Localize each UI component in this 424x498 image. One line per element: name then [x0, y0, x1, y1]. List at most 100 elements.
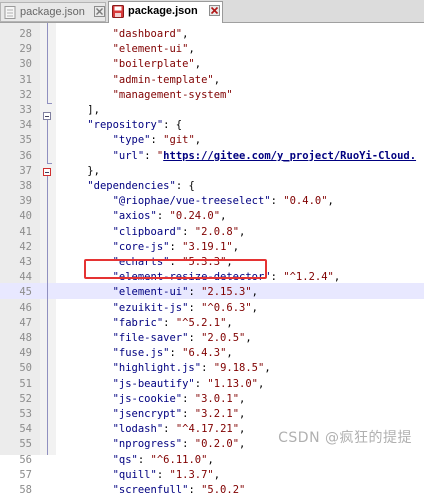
code-line[interactable]: 53 "jsencrypt": "3.2.1", [0, 405, 424, 420]
code-token: "1.13.0" [207, 377, 258, 390]
code-token: , [264, 362, 271, 375]
code-token: : [194, 377, 208, 390]
tab-bar: package.json package.json [0, 0, 424, 23]
code-line[interactable]: 47 "fabric": "^5.2.1", [0, 314, 424, 329]
tab-package-json-inactive[interactable]: package.json [0, 2, 106, 22]
fold-guide [47, 120, 48, 163]
code-token: "screenfull" [112, 484, 189, 496]
code-token: "5.0.2" [201, 484, 246, 496]
code-line[interactable]: 39 "@riophae/vue-treeselect": "0.4.0", [0, 192, 424, 207]
close-tab-icon[interactable] [94, 6, 105, 17]
code-token: "management-system" [112, 88, 233, 101]
tab-package-json-active[interactable]: package.json [108, 1, 223, 23]
code-token: : [156, 210, 170, 223]
code-editor[interactable]: 28 "dashboard", 29 "element-ui", 30 "boile… [0, 23, 424, 496]
code-token: "3.19.1" [182, 240, 233, 253]
code-line[interactable]: 29 "element-ui", [0, 40, 424, 55]
code-token: "js-cookie" [112, 392, 183, 405]
code-token: "9.18.5" [213, 362, 265, 375]
code-line[interactable]: 58 "screenfull": "5.0.2" [0, 481, 424, 496]
code-line[interactable]: 40 "axios": "0.24.0", [0, 207, 424, 222]
code-token: "@riophae/vue-treeselect" [112, 195, 271, 208]
code-token: "file-saver" [112, 332, 189, 344]
code-line[interactable]: 31 "admin-template", [0, 71, 424, 86]
code-line[interactable]: 37 }, [0, 162, 424, 177]
file-icon [4, 6, 16, 19]
code-line[interactable]: 28 "dashboard", [0, 25, 424, 40]
code-token: "3.2.1" [194, 408, 240, 420]
close-tab-icon[interactable] [209, 5, 220, 16]
code-token: , [207, 453, 214, 466]
code-token: "2.15.3" [201, 286, 252, 299]
code-line[interactable]: 56 "qs": "^6.11.0", [0, 451, 424, 466]
code-line[interactable]: 34 "repository": { [0, 116, 424, 131]
code-token: : [169, 347, 183, 360]
code-token: : [150, 134, 164, 147]
code-line[interactable]: 57 "quill": "1.3.7", [0, 466, 424, 481]
tab-label: package.json [128, 5, 198, 17]
code-token: "dependencies" [87, 180, 176, 192]
watermark: CSDN @疯狂的提提 [278, 430, 412, 446]
code-token: , [239, 423, 246, 436]
code-token: "^5.2.1" [175, 316, 227, 329]
code-token: : [270, 271, 284, 284]
code-token: : [182, 408, 195, 420]
code-line[interactable]: 49 "fuse.js": "6.4.3", [0, 344, 424, 359]
code-token: "element-ui" [112, 286, 189, 299]
code-token: "2.0.8" [194, 225, 240, 238]
code-token: , [226, 316, 233, 329]
code-token: : [137, 453, 151, 466]
code-line[interactable]: 33 ], [0, 101, 424, 116]
code-token: "6.4.3" [182, 347, 227, 360]
code-token: , [194, 134, 202, 147]
code-token: "1.3.7" [169, 468, 214, 481]
code-token: : [156, 468, 170, 481]
code-line[interactable]: 51 "js-beautify": "1.13.0", [0, 375, 424, 390]
code-token: "3.0.1" [194, 392, 240, 405]
code-line[interactable]: 38 "dependencies": { [0, 177, 424, 192]
fold-toggle-dependencies[interactable] [43, 168, 51, 176]
url-link[interactable]: https://gitee.com/y_project/RuoYi-Cloud. [163, 150, 416, 162]
code-token: "url" [112, 149, 145, 162]
code-token: , [239, 408, 246, 420]
code-token: "fuse.js" [112, 347, 170, 360]
code-line[interactable]: 30 "boilerplate", [0, 55, 424, 70]
code-line[interactable]: 32 "management-system" [0, 86, 424, 101]
code-token: "^4.17.21" [175, 423, 240, 436]
fold-guide [47, 23, 48, 103]
code-line[interactable]: 35 "type": "git", [0, 131, 424, 146]
code-line[interactable]: 48 "file-saver": "2.0.5", [0, 329, 424, 344]
code-token: "^0.6.3" [201, 301, 252, 314]
code-token: , [213, 73, 221, 86]
code-token: "clipboard" [112, 225, 183, 238]
code-line[interactable]: 36 "url": "https://gitee.com/y_project/R… [0, 147, 424, 162]
code-line[interactable]: 41 "clipboard": "2.0.8", [0, 223, 424, 238]
code-token: "dashboard" [112, 28, 183, 40]
code-token: "qs" [112, 453, 138, 466]
code-token: , [213, 468, 221, 481]
code-line[interactable]: 52 "js-cookie": "3.0.1", [0, 390, 424, 405]
code-token: , [182, 28, 189, 40]
code-line[interactable]: 45 "element-ui": "2.15.3", [0, 283, 424, 299]
code-line[interactable]: 42 "core-js": "3.19.1", [0, 238, 424, 253]
fold-toggle-repository[interactable] [43, 112, 51, 120]
code-token: "fabric" [112, 316, 164, 329]
code-token: : [163, 316, 176, 329]
code-token: : { [163, 119, 183, 132]
highlight-box-element-ui [84, 259, 267, 279]
code-token: "^1.2.4" [283, 271, 334, 284]
code-line[interactable]: 50 "highlight.js": "9.18.5", [0, 359, 424, 374]
code-line[interactable]: 46 "ezuikit-js": "^0.6.3", [0, 299, 424, 314]
code-token: : [188, 301, 202, 314]
